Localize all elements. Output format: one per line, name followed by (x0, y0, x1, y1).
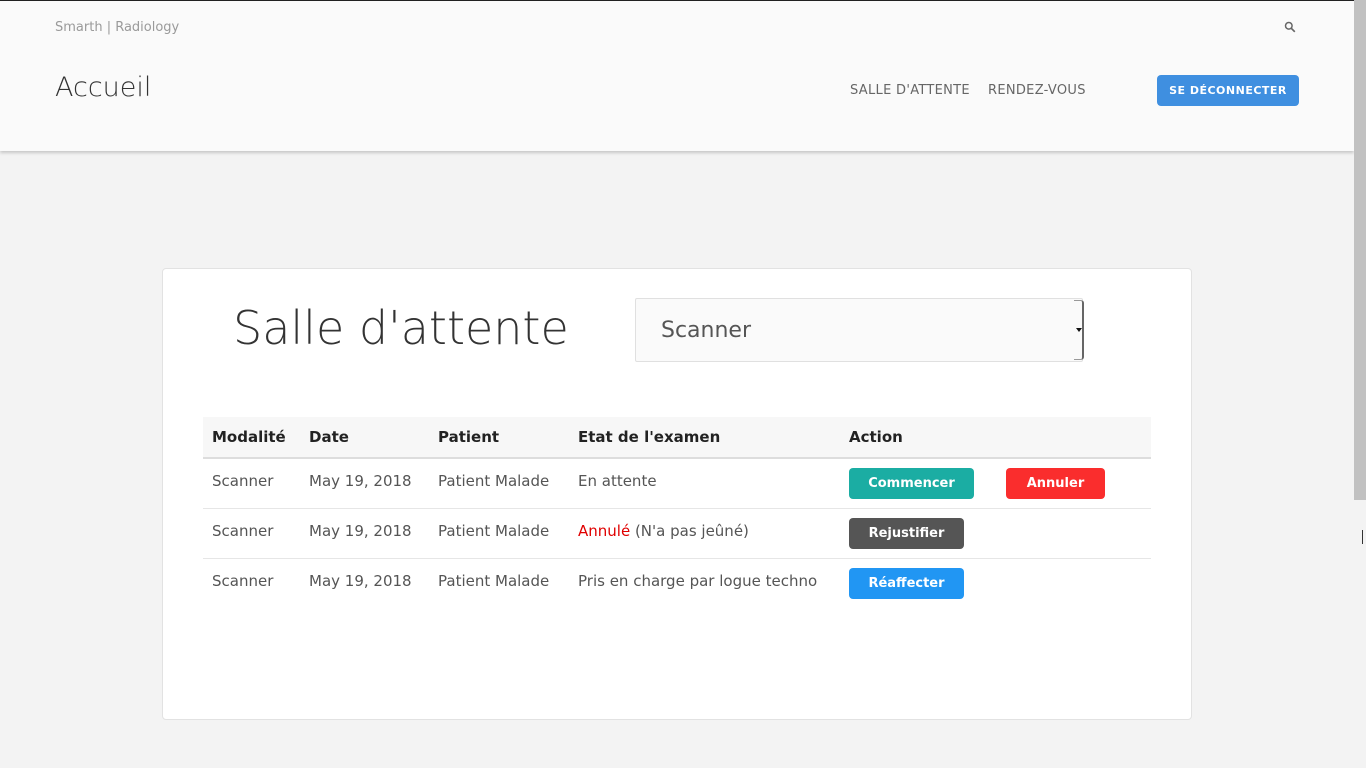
cancel-button[interactable]: Annuler (1006, 468, 1105, 499)
chevron-down-icon (1076, 328, 1082, 332)
select-arrow (1074, 300, 1084, 360)
navbar: Smarth | Radiology Accueil SALLE D'ATTEN… (0, 1, 1354, 151)
scrollbar-thumb[interactable] (1354, 0, 1366, 500)
rejustify-button[interactable]: Rejustifier (849, 518, 964, 549)
cell-action-secondary (997, 508, 1151, 559)
modality-select-value: Scanner (661, 318, 752, 343)
column-header-status: Etat de l'examen (569, 417, 840, 459)
table-row: Scanner May 19, 2018 Patient Malade En a… (203, 458, 1151, 509)
cell-patient: Patient Malade (429, 508, 569, 559)
cell-patient: Patient Malade (429, 458, 569, 509)
cell-date: May 19, 2018 (300, 508, 429, 559)
cell-modality: Scanner (212, 572, 274, 590)
cell-modality: Scanner (203, 508, 300, 559)
page-title: Accueil (55, 72, 152, 103)
cell-action-secondary (997, 559, 1151, 609)
cell-date: May 19, 2018 (300, 458, 429, 509)
reassign-button[interactable]: Réaffecter (849, 568, 964, 599)
column-header-date: Date (300, 417, 429, 459)
scroll-edge-marker (1362, 530, 1366, 544)
waiting-room-card: Salle d'attente Scanner Modalité Date Pa… (162, 268, 1192, 720)
section-title: Salle d'attente (233, 301, 569, 355)
nav-link-appointments[interactable]: RENDEZ-VOUS (988, 83, 1086, 98)
logout-button[interactable]: SE DÉCONNECTER (1157, 75, 1299, 106)
table-row: Scanner May 19, 2018 Patient Malade Annu… (203, 508, 1151, 559)
column-header-modality: Modalité (203, 417, 300, 459)
table-header-row: Modalité Date Patient Etat de l'examen A… (203, 417, 1151, 459)
cell-action-secondary: Annuler (997, 458, 1151, 509)
cell-action: Réaffecter (840, 559, 997, 609)
cell-action: Commencer (840, 458, 997, 509)
cell-status: En attente (569, 458, 840, 509)
search-icon[interactable] (1284, 21, 1296, 33)
status-note: (N'a pas jeûné) (630, 522, 749, 540)
cell-patient: Patient Malade (438, 572, 550, 590)
cell-date: May 19, 2018 (309, 572, 412, 590)
column-header-patient: Patient (429, 417, 569, 459)
brand: Smarth | Radiology (55, 20, 180, 35)
modality-select[interactable]: Scanner (635, 298, 1084, 362)
cell-status: Annulé (N'a pas jeûné) (569, 508, 840, 559)
cell-modality: Scanner (203, 458, 300, 509)
start-button[interactable]: Commencer (849, 468, 974, 499)
table-row: Scanner May 19, 2018 Patient Malade Pris… (203, 559, 1151, 609)
cell-status: Pris en charge par logue techno (578, 572, 818, 590)
column-header-empty (997, 417, 1151, 459)
cell-action: Rejustifier (840, 508, 997, 559)
status-cancelled: Annulé (578, 522, 631, 540)
nav-link-waiting-room[interactable]: SALLE D'ATTENTE (850, 83, 970, 98)
column-header-action: Action (840, 417, 997, 459)
waiting-table: Modalité Date Patient Etat de l'examen A… (203, 417, 1151, 608)
